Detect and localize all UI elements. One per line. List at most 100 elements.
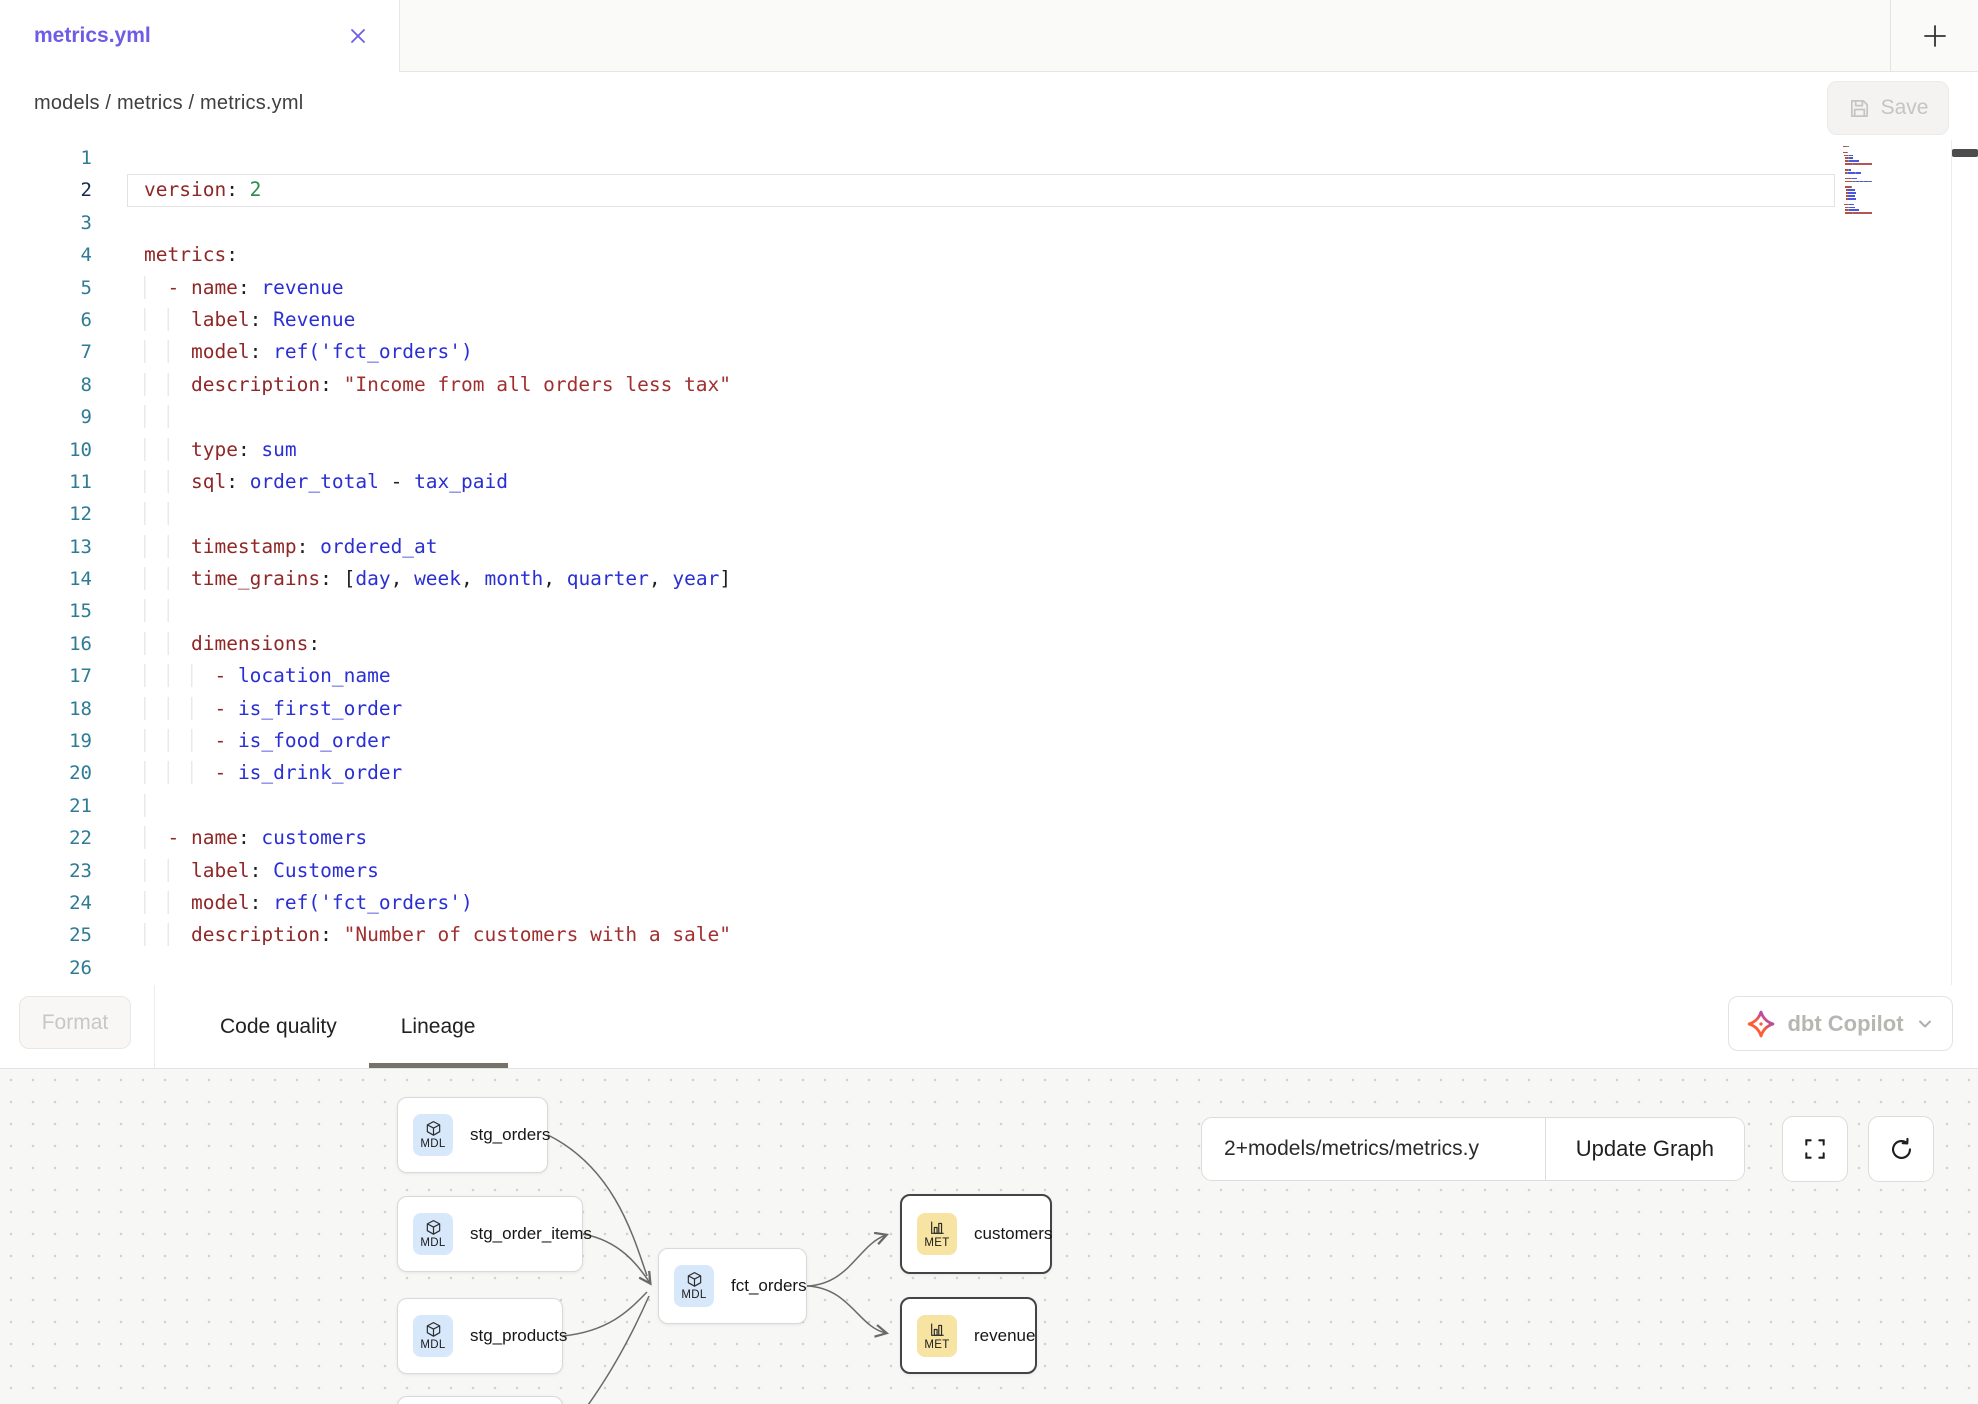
- refresh-button[interactable]: [1868, 1116, 1934, 1182]
- lineage-node-fct_orders[interactable]: MDL fct_orders: [658, 1248, 807, 1324]
- line-number: 22: [0, 822, 92, 854]
- tab-bar-empty-space: [400, 0, 1890, 72]
- code-line[interactable]: 16 dimensions:: [0, 628, 1978, 660]
- lineage-node-stg_order_items[interactable]: MDLstg_order_items: [397, 1196, 583, 1272]
- save-icon: [1848, 97, 1871, 120]
- format-button[interactable]: Format: [19, 996, 131, 1049]
- line-number: 10: [0, 434, 92, 466]
- mdl-badge: MDL: [413, 1315, 453, 1357]
- panel-tabs: Code qualityLineage: [188, 985, 508, 1068]
- code-line[interactable]: 12: [0, 498, 1978, 530]
- lineage-edge: [563, 1292, 647, 1336]
- node-label: revenue: [974, 1326, 1035, 1346]
- code-text: dimensions:: [92, 628, 320, 660]
- code-text: sql: order_total - tax_paid: [92, 466, 508, 498]
- code-text: label: Customers: [92, 855, 379, 887]
- app-window: metrics.yml models / metrics / metrics.y…: [0, 0, 1978, 1404]
- code-line[interactable]: 4metrics:: [0, 239, 1978, 271]
- code-line[interactable]: 5 - name: revenue: [0, 272, 1978, 304]
- mdl-badge: MDL: [674, 1265, 714, 1307]
- tab-code-quality[interactable]: Code quality: [188, 985, 369, 1068]
- line-number: 4: [0, 239, 92, 271]
- lineage-node-stg_orders[interactable]: MDLstg_orders: [397, 1097, 548, 1173]
- code-line[interactable]: 19 - is_food_order: [0, 725, 1978, 757]
- code-line[interactable]: 10 type: sum: [0, 434, 1978, 466]
- lineage-edge: [588, 1296, 649, 1404]
- update-graph-button[interactable]: Update Graph: [1545, 1118, 1744, 1180]
- new-tab-button[interactable]: [1890, 0, 1978, 72]
- code-line[interactable]: 17 - location_name: [0, 660, 1978, 692]
- tab-lineage[interactable]: Lineage: [369, 985, 508, 1068]
- line-number: 7: [0, 336, 92, 368]
- code-line[interactable]: 6 label: Revenue: [0, 304, 1978, 336]
- line-number: 21: [0, 790, 92, 822]
- code-line[interactable]: 20 - is_drink_order: [0, 757, 1978, 789]
- dbt-copilot-button[interactable]: dbt Copilot: [1728, 996, 1953, 1051]
- save-button[interactable]: Save: [1827, 81, 1949, 135]
- node-label: fct_orders: [731, 1276, 807, 1296]
- fullscreen-button[interactable]: [1782, 1116, 1848, 1182]
- code-line[interactable]: 14 time_grains: [day, week, month, quart…: [0, 563, 1978, 595]
- code-editor[interactable]: 12version: 234metrics:5 - name: revenue6…: [0, 140, 1978, 985]
- code-text: timestamp: ordered_at: [92, 531, 438, 563]
- cube-icon: [425, 1321, 442, 1338]
- line-number: 17: [0, 660, 92, 692]
- code-text: version: 2: [92, 174, 261, 206]
- code-line[interactable]: 25 description: "Number of customers wit…: [0, 919, 1978, 951]
- code-line[interactable]: 21: [0, 790, 1978, 822]
- code-line[interactable]: 18 - is_first_order: [0, 693, 1978, 725]
- line-number: 13: [0, 531, 92, 563]
- editor-right-divider: [1951, 140, 1952, 985]
- lineage-edge: [583, 1234, 650, 1283]
- lineage-selector-input[interactable]: [1202, 1118, 1545, 1180]
- line-number: 1: [0, 142, 92, 174]
- lineage-node-stg_products[interactable]: MDLstg_products: [397, 1298, 563, 1374]
- line-number: 12: [0, 498, 92, 530]
- code-text: [92, 498, 191, 530]
- line-number: 8: [0, 369, 92, 401]
- code-line[interactable]: 13 timestamp: ordered_at: [0, 531, 1978, 563]
- lineage-node-customers[interactable]: METcustomers: [900, 1194, 1052, 1274]
- code-text: [92, 595, 191, 627]
- code-line[interactable]: 7 model: ref('fct_orders'): [0, 336, 1978, 368]
- code-line[interactable]: 15: [0, 595, 1978, 627]
- code-lines: 12version: 234metrics:5 - name: revenue6…: [0, 140, 1978, 984]
- bottom-toolbar: Format Code qualityLineage dbt Copilot: [0, 985, 1978, 1068]
- cube-icon: [686, 1271, 703, 1288]
- lineage-node-partial_node[interactable]: MDL: [397, 1396, 563, 1404]
- code-text: time_grains: [day, week, month, quarter,…: [92, 563, 731, 595]
- line-number: 25: [0, 919, 92, 951]
- toolbar-divider: [154, 985, 155, 1068]
- code-line[interactable]: 3: [0, 207, 1978, 239]
- line-number: 11: [0, 466, 92, 498]
- code-line[interactable]: 26: [0, 952, 1978, 984]
- cube-icon: [425, 1120, 442, 1137]
- code-text: [92, 401, 191, 433]
- lineage-canvas[interactable]: MDLstg_ordersMDLstg_order_itemsMDLstg_pr…: [0, 1068, 1978, 1404]
- code-line[interactable]: 24 model: ref('fct_orders'): [0, 887, 1978, 919]
- code-line[interactable]: 9: [0, 401, 1978, 433]
- node-label: stg_products: [470, 1326, 567, 1346]
- line-number: 2: [0, 174, 92, 206]
- lineage-node-revenue[interactable]: METrevenue: [900, 1297, 1037, 1374]
- tab-metrics-yml[interactable]: metrics.yml: [0, 0, 400, 72]
- line-number: 18: [0, 693, 92, 725]
- scrollbar-thumb[interactable]: [1952, 149, 1978, 157]
- add-tab-icon: [1921, 22, 1949, 50]
- code-text: metrics:: [92, 239, 238, 271]
- lineage-edge: [807, 1286, 886, 1333]
- code-line[interactable]: 22 - name: customers: [0, 822, 1978, 854]
- met-badge: MET: [917, 1213, 957, 1255]
- close-icon[interactable]: [345, 23, 371, 49]
- code-text: - is_first_order: [92, 693, 402, 725]
- code-text: - is_drink_order: [92, 757, 402, 789]
- copilot-icon: [1747, 1010, 1775, 1038]
- code-line[interactable]: 1: [0, 142, 1978, 174]
- code-line[interactable]: 23 label: Customers: [0, 855, 1978, 887]
- code-line[interactable]: 2version: 2: [0, 174, 1978, 206]
- code-line[interactable]: 8 description: "Income from all orders l…: [0, 369, 1978, 401]
- code-line[interactable]: 11 sql: order_total - tax_paid: [0, 466, 1978, 498]
- minimap[interactable]: [1843, 143, 1895, 223]
- tab-bar: metrics.yml: [0, 0, 1978, 72]
- code-text: - is_food_order: [92, 725, 391, 757]
